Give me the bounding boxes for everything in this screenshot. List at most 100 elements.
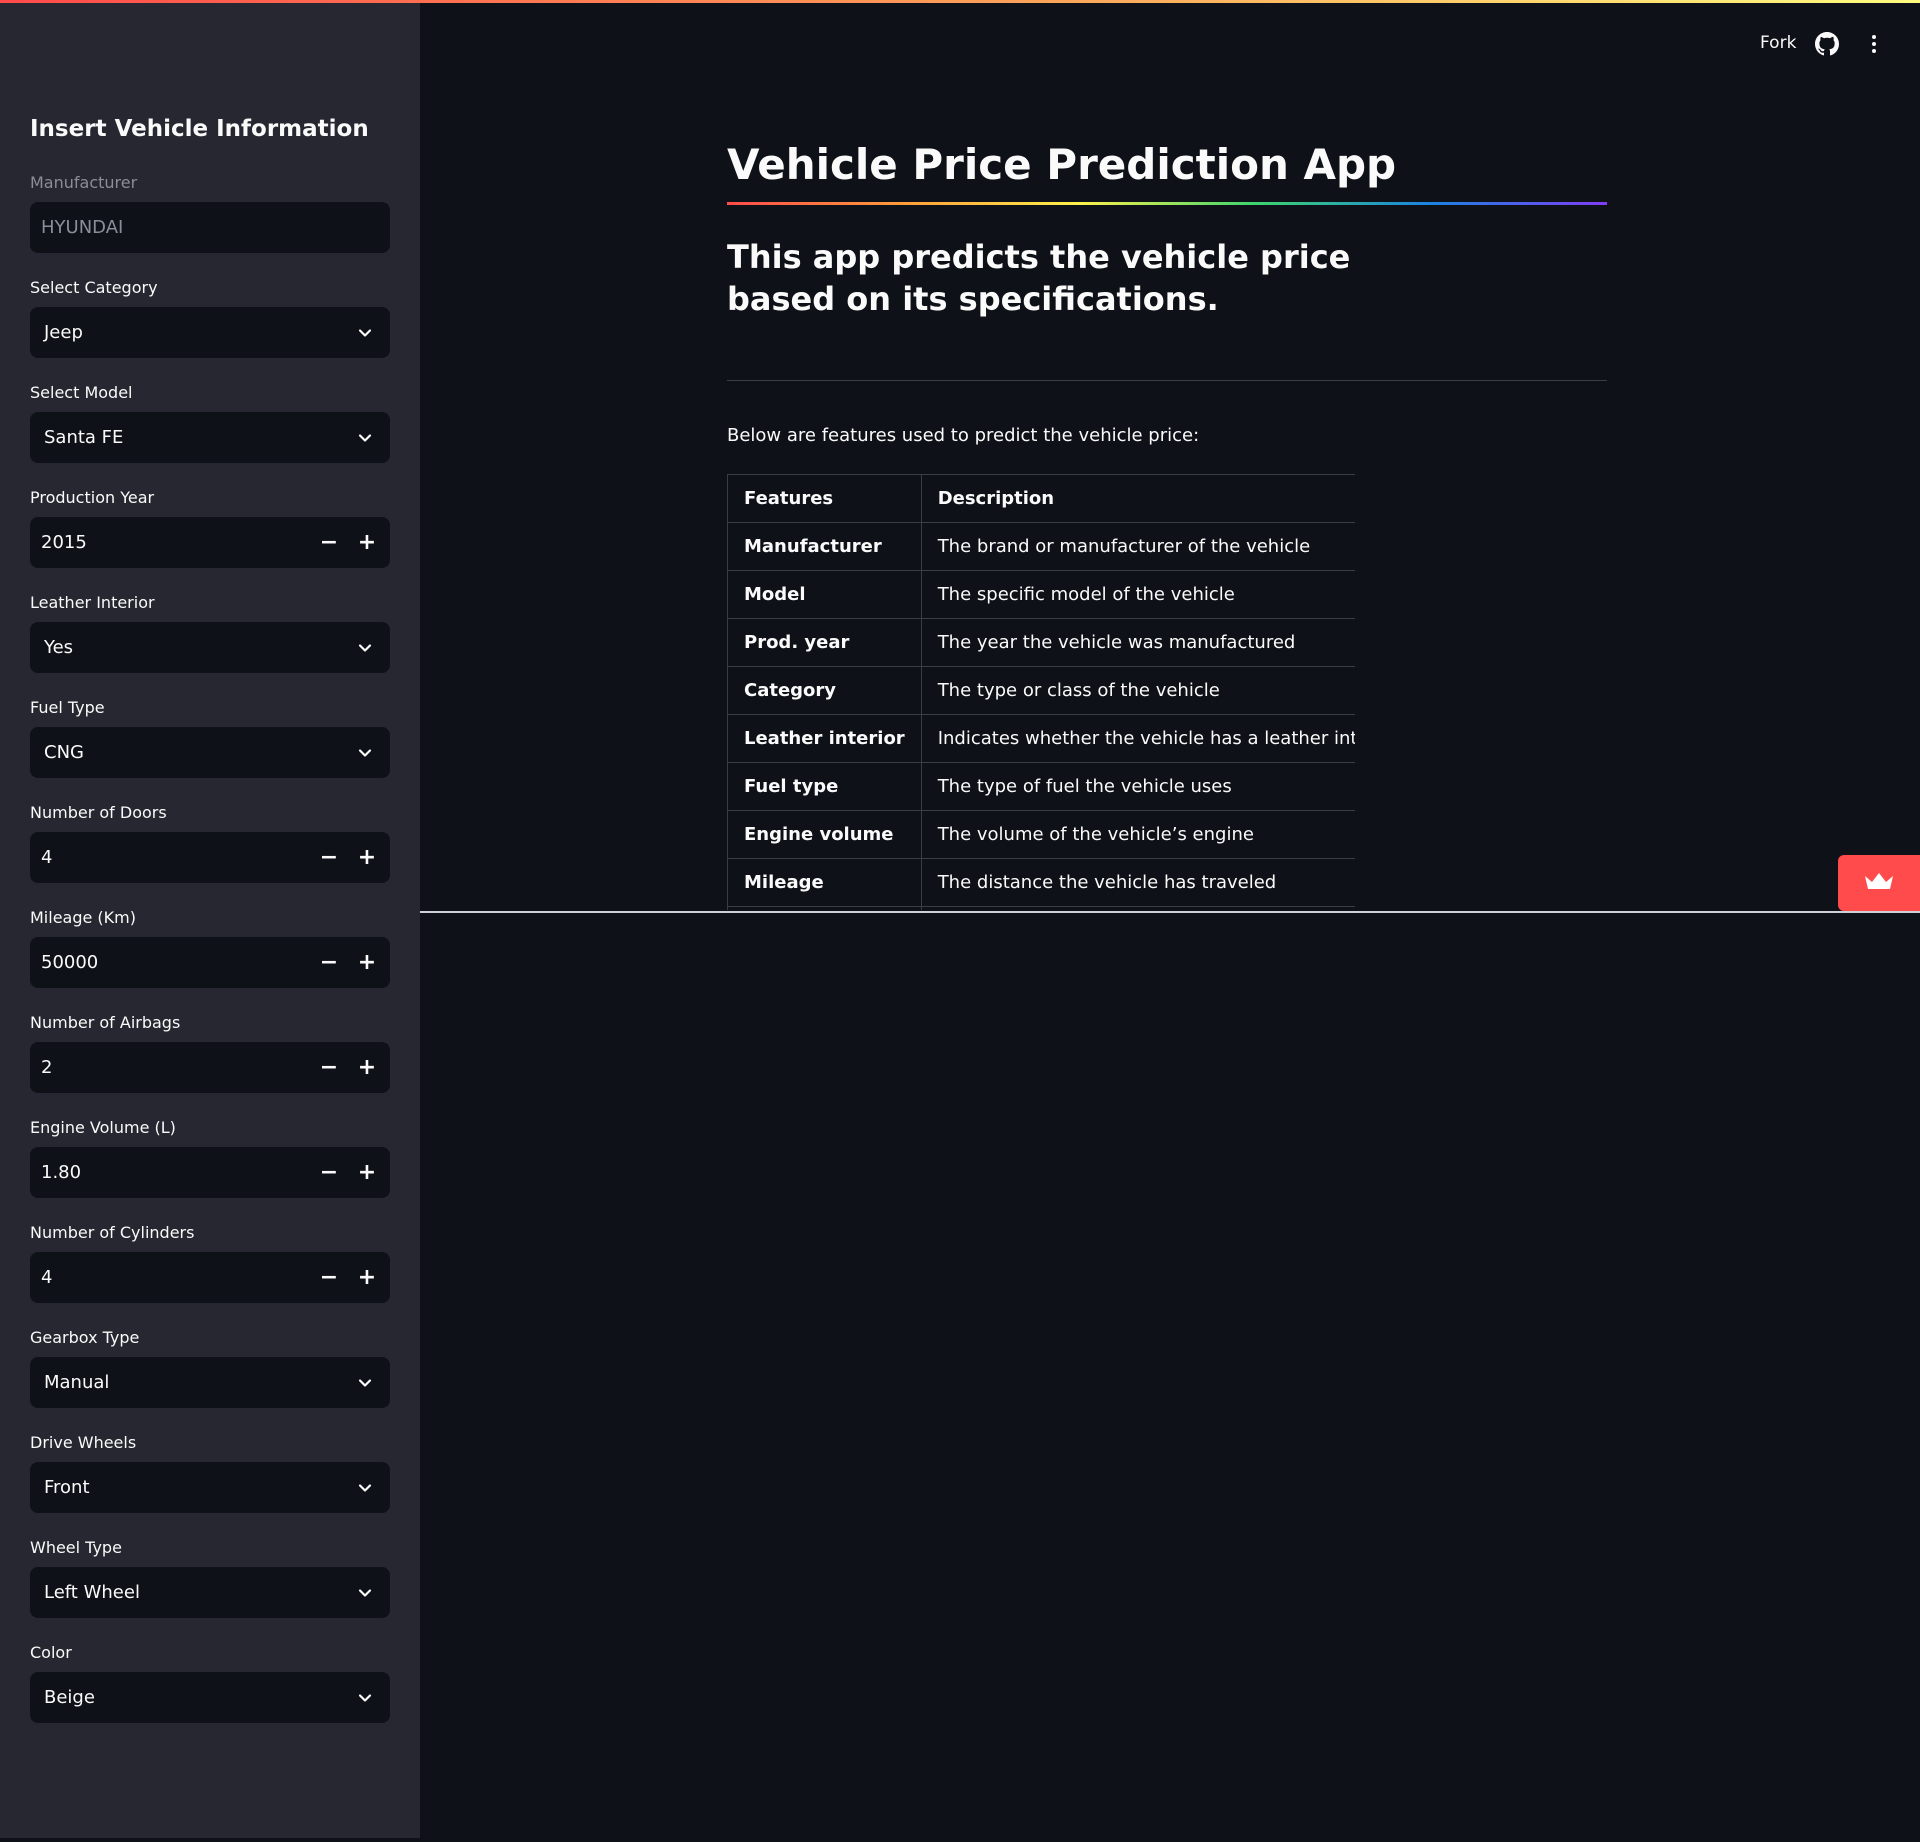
crown-icon [1863, 870, 1895, 896]
chevron-down-icon [354, 427, 376, 449]
increment-button[interactable]: + [348, 1252, 386, 1303]
description-cell [920, 906, 1355, 910]
increment-button[interactable]: + [348, 1147, 386, 1198]
description-cell: The specific model of the vehicle [920, 570, 1355, 619]
increment-button[interactable]: + [348, 1042, 386, 1093]
feature-cell: Fuel type [727, 762, 922, 811]
model-value: Santa FE [44, 427, 124, 448]
model-select[interactable]: Santa FE [30, 412, 390, 463]
airbags-input[interactable]: 2 − + [30, 1042, 390, 1093]
manufacturer-label: Manufacturer [30, 173, 138, 192]
table-row [727, 906, 1355, 910]
color-select[interactable]: Beige [30, 1672, 390, 1723]
wheel-type-select[interactable]: Left Wheel [30, 1567, 390, 1618]
model-label: Select Model [30, 383, 133, 402]
production-year-input[interactable]: 2015 − + [30, 517, 390, 568]
gearbox-label: Gearbox Type [30, 1328, 140, 1347]
chevron-down-icon [354, 1687, 376, 1709]
feature-cell [727, 906, 922, 910]
features-table: Features Description Manufacturer The br… [727, 474, 1355, 910]
features-intro: Below are features used to predict the v… [727, 425, 1200, 446]
github-icon[interactable] [1815, 32, 1839, 56]
feature-cell: Mileage [727, 858, 922, 907]
production-year-label: Production Year [30, 488, 155, 507]
table-row: Engine volume The volume of the vehicle’… [727, 810, 1355, 859]
viewport-fold-line [420, 911, 1920, 913]
table-row: Model The specific model of the vehicle [727, 570, 1355, 619]
category-value: Jeep [44, 322, 83, 343]
page-subtitle: This app predicts the vehicle price base… [727, 238, 1351, 318]
leather-interior-select[interactable]: Yes [30, 622, 390, 673]
sidebar: Insert Vehicle Information Manufacturer … [0, 0, 420, 1838]
wheel-type-label: Wheel Type [30, 1538, 122, 1557]
decrement-button[interactable]: − [310, 832, 348, 883]
description-cell: The distance the vehicle has traveled [920, 858, 1355, 907]
page-title: Vehicle Price Prediction App [727, 140, 1397, 189]
doors-input[interactable]: 4 − + [30, 832, 390, 883]
feature-cell: Leather interior [727, 714, 922, 763]
sidebar-title: Insert Vehicle Information [30, 116, 369, 142]
table-row: Manufacturer The brand or manufacturer o… [727, 522, 1355, 571]
decrement-button[interactable]: − [310, 1147, 348, 1198]
category-select[interactable]: Jeep [30, 307, 390, 358]
chevron-down-icon [354, 1477, 376, 1499]
description-cell: The type or class of the vehicle [920, 666, 1355, 715]
leather-interior-label: Leather Interior [30, 593, 155, 612]
chevron-down-icon [354, 742, 376, 764]
table-row: Category The type or class of the vehicl… [727, 666, 1355, 715]
table-row: Mileage The distance the vehicle has tra… [727, 858, 1355, 907]
increment-button[interactable]: + [348, 937, 386, 988]
table-row: Prod. year The year the vehicle was manu… [727, 618, 1355, 667]
fuel-type-value: CNG [44, 742, 84, 763]
engine-volume-input[interactable]: 1.80 − + [30, 1147, 390, 1198]
increment-button[interactable]: + [348, 832, 386, 883]
airbags-label: Number of Airbags [30, 1013, 181, 1032]
feature-cell: Manufacturer [727, 522, 922, 571]
chevron-down-icon [354, 1582, 376, 1604]
description-cell: The volume of the vehicle’s engine [920, 810, 1355, 859]
increment-button[interactable]: + [348, 517, 386, 568]
hosted-badge-button[interactable] [1838, 855, 1920, 911]
chevron-down-icon [354, 1372, 376, 1394]
gearbox-value: Manual [44, 1372, 110, 1393]
table-row: Fuel type The type of fuel the vehicle u… [727, 762, 1355, 811]
mileage-value: 50000 [41, 952, 99, 973]
fuel-type-select[interactable]: CNG [30, 727, 390, 778]
feature-cell: Model [727, 570, 922, 619]
features-table-container: Features Description Manufacturer The br… [727, 474, 1355, 910]
description-cell: The brand or manufacturer of the vehicle [920, 522, 1355, 571]
section-divider [727, 380, 1607, 381]
feature-cell: Engine volume [727, 810, 922, 859]
drive-wheels-select[interactable]: Front [30, 1462, 390, 1513]
decrement-button[interactable]: − [310, 937, 348, 988]
table-row: Leather interior Indicates whether the v… [727, 714, 1355, 763]
cylinders-input[interactable]: 4 − + [30, 1252, 390, 1303]
column-header-features: Features [727, 474, 922, 523]
table-header-row: Features Description [727, 474, 1355, 523]
engine-volume-value: 1.80 [41, 1162, 82, 1183]
category-label: Select Category [30, 278, 158, 297]
fork-button[interactable]: Fork [1760, 33, 1796, 53]
manufacturer-value: HYUNDAI [41, 217, 124, 238]
cylinders-label: Number of Cylinders [30, 1223, 195, 1242]
decrement-button[interactable]: − [310, 1042, 348, 1093]
more-vert-icon[interactable] [1862, 32, 1886, 56]
chevron-down-icon [354, 322, 376, 344]
drive-wheels-label: Drive Wheels [30, 1433, 137, 1452]
doors-value: 4 [41, 847, 53, 868]
doors-label: Number of Doors [30, 803, 167, 822]
color-value: Beige [44, 1687, 95, 1708]
mileage-input[interactable]: 50000 − + [30, 937, 390, 988]
color-label: Color [30, 1643, 72, 1662]
top-decoration-stripe [0, 0, 1920, 3]
fuel-type-label: Fuel Type [30, 698, 105, 717]
airbags-value: 2 [41, 1057, 53, 1078]
chevron-down-icon [354, 637, 376, 659]
decrement-button[interactable]: − [310, 1252, 348, 1303]
decrement-button[interactable]: − [310, 517, 348, 568]
feature-cell: Category [727, 666, 922, 715]
feature-cell: Prod. year [727, 618, 922, 667]
gearbox-select[interactable]: Manual [30, 1357, 390, 1408]
cylinders-value: 4 [41, 1267, 53, 1288]
wheel-type-value: Left Wheel [44, 1582, 140, 1603]
